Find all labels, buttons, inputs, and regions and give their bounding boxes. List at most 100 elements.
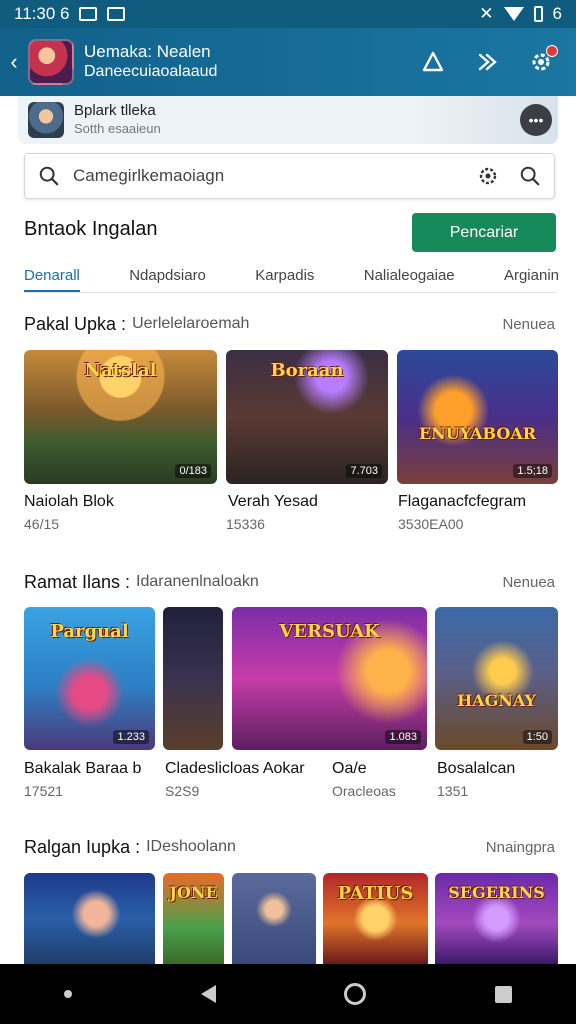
search-input[interactable] <box>73 166 476 186</box>
search-icon <box>520 166 540 186</box>
more-icon: ••• <box>528 112 544 128</box>
game-card[interactable]: JONE <box>163 873 224 964</box>
card-caption: JONE <box>169 883 218 902</box>
camera-icon <box>479 167 497 185</box>
share-icon <box>478 53 497 71</box>
game-card[interactable]: PATIUS <box>323 873 428 964</box>
notification-badge <box>546 45 558 57</box>
more-button[interactable]: ••• <box>520 104 552 136</box>
card-meta: S2S9 <box>165 783 200 799</box>
search-icon <box>37 164 61 188</box>
card-title: Bosalalcan <box>437 760 516 777</box>
card-tag: 1.5;18 <box>513 464 552 478</box>
page-title: Bntaok Ingalan <box>24 218 158 240</box>
tab-3[interactable]: Nalialeogaiae <box>364 258 455 292</box>
card-tag: 0/183 <box>175 464 211 478</box>
wifi-icon <box>503 7 524 21</box>
card-tag: 1.083 <box>385 730 421 744</box>
card-meta: 3530EA00 <box>398 516 464 532</box>
section-title: Pakal Upka : <box>24 313 127 334</box>
app-title: Uemaka: Nealen <box>84 42 211 61</box>
card-caption: ENUYABOAR <box>418 424 537 443</box>
card-title: Verah Yesad <box>228 493 318 510</box>
header-strip[interactable]: Bplark tlleka Sotth esaaieun ••• <box>18 96 558 144</box>
card-caption: VERSUAK <box>279 621 380 642</box>
card-title: Flaganacfcfegram <box>398 493 527 510</box>
mute-icon: ✕ <box>479 4 494 23</box>
search-submit-button[interactable] <box>518 164 542 188</box>
app-avatar[interactable] <box>28 39 74 85</box>
section-subtitle: IDeshoolann <box>146 838 236 855</box>
notification-icon <box>79 7 98 21</box>
tab-1[interactable]: Ndapdsiaro <box>129 258 206 292</box>
section-more-link[interactable]: Nenuea <box>502 574 555 591</box>
filter-button[interactable] <box>476 164 500 188</box>
back-icon[interactable] <box>200 985 216 1003</box>
game-card[interactable] <box>24 873 155 964</box>
search-bar <box>24 153 555 199</box>
dot-icon[interactable] <box>64 990 73 998</box>
section-header: Ramat Ilans : Idaranenlnaloakn Nenuea <box>24 570 555 594</box>
game-card[interactable] <box>163 607 223 750</box>
app-actions <box>416 45 576 79</box>
section-title: Ramat Ilans : <box>24 571 131 592</box>
home-icon[interactable] <box>344 983 367 1005</box>
game-card[interactable]: Boraan 7.703 <box>226 350 388 484</box>
game-card[interactable] <box>232 873 316 964</box>
card-tag: 1:50 <box>522 730 552 744</box>
strip-thumbnail <box>28 102 64 138</box>
section-more-link[interactable]: Nnaingpra <box>486 839 555 856</box>
section-header: Ralgan Iupka : IDeshoolann Nnaingpra <box>24 835 555 859</box>
card-meta: 17521 <box>24 783 63 799</box>
chevron-left-icon: ‹ <box>10 49 18 74</box>
game-card[interactable]: HAGNAY 1:50 <box>435 607 558 750</box>
mail-icon <box>107 7 126 21</box>
status-signal: 6 <box>552 4 562 23</box>
battery-icon <box>533 6 543 22</box>
strip-subtitle: Sotth esaaieun <box>74 121 161 136</box>
settings-button[interactable] <box>524 45 558 79</box>
strip-text: Bplark tlleka Sotth esaaieun <box>74 102 161 138</box>
card-caption: Boraan <box>270 360 344 381</box>
game-card[interactable]: SEGERINS <box>435 873 558 964</box>
card-title: Naiolah Blok <box>24 493 114 510</box>
card-tag: 1.233 <box>113 730 149 744</box>
game-card[interactable]: ENUYABOAR 1.5;18 <box>397 350 558 484</box>
section-header: Pakal Upka : Uerlelelaroemah Nenuea <box>24 312 555 336</box>
section-title: Ralgan Iupka : <box>24 836 141 857</box>
alert-button[interactable] <box>416 45 450 79</box>
primary-action-button[interactable]: Pencariar <box>412 213 556 252</box>
alert-icon <box>422 51 444 72</box>
card-caption: Natslal <box>84 360 157 381</box>
tab-0[interactable]: Denarall <box>24 258 80 293</box>
section-more-link[interactable]: Nenuea <box>502 316 555 333</box>
status-bar: 11:30 6 ✕ 6 <box>0 0 576 28</box>
tab-2[interactable]: Karpadis <box>255 258 314 292</box>
game-card[interactable]: Natslal 0/183 <box>24 350 217 484</box>
card-caption: HAGNAY <box>457 691 536 710</box>
tab-4[interactable]: Argianin <box>504 258 559 292</box>
game-card[interactable]: VERSUAK 1.083 <box>232 607 427 750</box>
app-subtitle: Daneecuiaoalaaud <box>84 63 218 80</box>
share-button[interactable] <box>470 45 504 79</box>
section-subtitle: Uerlelelaroemah <box>132 315 250 332</box>
card-meta: 1351 <box>437 783 469 799</box>
tab-divider <box>24 292 555 293</box>
card-caption: PATIUS <box>337 883 414 904</box>
back-button[interactable]: ‹ <box>0 28 28 96</box>
strip-title: Bplark tlleka <box>74 102 156 119</box>
card-meta: Oracleoas <box>332 783 396 799</box>
card-title: Cladeslicloas Aokar <box>165 760 305 777</box>
card-meta: 15336 <box>226 516 265 532</box>
app-titles: Uemaka: Nealen Daneecuiaoalaaud <box>84 42 217 82</box>
game-card[interactable]: Pargual 1.233 <box>24 607 155 750</box>
tab-bar: Denarall Ndapdsiaro Karpadis Nalialeogai… <box>24 258 559 293</box>
status-time: 11:30 6 <box>14 4 70 23</box>
card-caption: Pargual <box>50 621 129 642</box>
card-caption: SEGERINS <box>448 883 545 902</box>
app-bar: ‹ Uemaka: Nealen Daneecuiaoalaaud <box>0 28 576 96</box>
recents-icon[interactable] <box>494 985 512 1003</box>
card-title: Oa/e <box>332 760 367 777</box>
system-nav-bar <box>0 964 576 1024</box>
card-tag: 7.703 <box>346 464 382 478</box>
